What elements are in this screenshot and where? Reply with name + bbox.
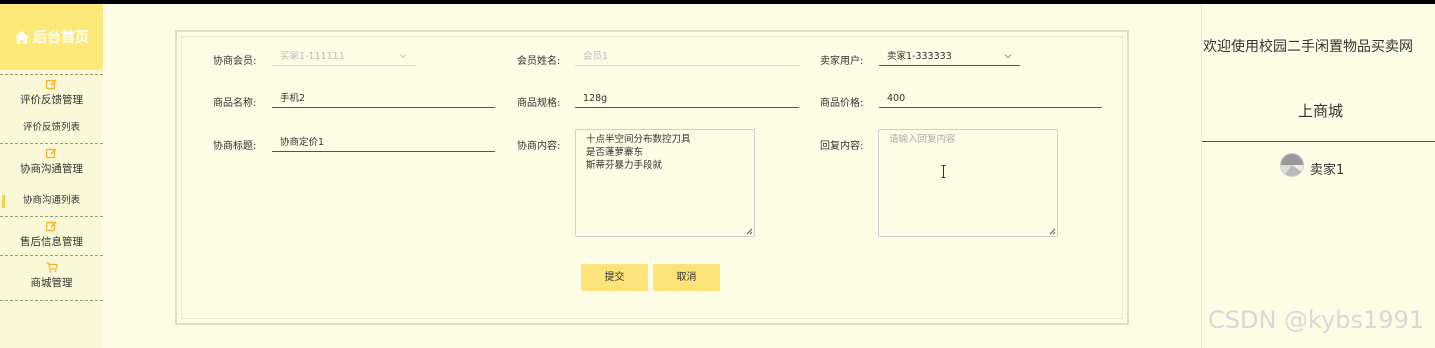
- sidebar-section-feedback[interactable]: 评价反馈管理: [0, 75, 103, 113]
- product-price-field[interactable]: 400: [879, 92, 1102, 108]
- sidebar-section-label: 商城管理: [30, 277, 73, 289]
- sidebar-home-link[interactable]: 后台首页: [0, 4, 103, 70]
- product-spec-label: 商品规格:: [517, 98, 561, 109]
- product-spec-field[interactable]: 128g: [575, 92, 799, 108]
- sidebar-section-negotiation[interactable]: 协商沟通管理: [0, 144, 103, 186]
- member-label: 协商会员:: [213, 56, 257, 67]
- seller-select-value: 卖家1-333333: [887, 51, 952, 62]
- sidebar-item-feedback-list[interactable]: 评价反馈列表: [0, 113, 103, 143]
- store-link[interactable]: 上商城: [1298, 100, 1343, 121]
- avatar-icon[interactable]: [1280, 153, 1304, 177]
- seller-select[interactable]: 卖家1-333333: [879, 50, 1020, 66]
- edit-icon: [46, 148, 57, 159]
- content-line: 十点半空间分布数控刀具: [586, 134, 691, 145]
- resize-grip-icon[interactable]: [1049, 228, 1056, 235]
- product-price-value: 400: [887, 93, 906, 104]
- sidebar-item-label: 协商沟通列表: [22, 195, 80, 206]
- product-name-value: 手机2: [280, 93, 306, 104]
- product-name-label: 商品名称:: [213, 98, 257, 109]
- reply-placeholder: 请输入回复内容: [889, 134, 956, 145]
- cart-icon: [46, 262, 58, 273]
- seller-label: 卖家用户:: [820, 56, 864, 67]
- edit-icon: [46, 221, 57, 232]
- sidebar-section-label: 评价反馈管理: [20, 94, 83, 106]
- right-user-panel: 欢迎使用校园二手闲置物品买卖网 上商城 卖家1: [1201, 4, 1435, 348]
- sidebar-divider: [0, 300, 103, 301]
- member-name-label: 会员姓名:: [517, 56, 561, 67]
- sidebar-home-label: 后台首页: [33, 30, 89, 46]
- product-spec-value: 128g: [583, 93, 608, 104]
- edit-icon: [46, 79, 57, 90]
- sidebar-section-store[interactable]: 商城管理: [0, 256, 103, 300]
- sidebar: 后台首页 评价反馈管理 评价反馈列表 协商沟通管理 协商沟通列表 售后信息管理 …: [0, 4, 103, 348]
- member-select-value: 买家1-111111: [280, 51, 345, 62]
- sidebar-item-label: 评价反馈列表: [22, 122, 80, 133]
- reply-label: 回复内容:: [820, 141, 864, 152]
- content-line: 斯蒂芬暴力手段就: [586, 160, 663, 171]
- sidebar-section-label: 协商沟通管理: [20, 163, 83, 175]
- watermark: CSDN @kybs1991: [1208, 306, 1425, 334]
- home-icon: [15, 30, 29, 44]
- welcome-text: 欢迎使用校园二手闲置物品买卖网: [1203, 39, 1413, 55]
- member-name-value: 会员1: [583, 51, 609, 62]
- reply-textarea[interactable]: 请输入回复内容: [878, 129, 1058, 237]
- content-label: 协商内容:: [517, 141, 561, 152]
- content-textarea[interactable]: 十点半空间分布数控刀具 是否蓬萝寨东 斯蒂芬暴力手段就: [575, 129, 755, 237]
- member-name-field[interactable]: 会员1: [575, 50, 799, 66]
- sidebar-section-aftersales[interactable]: 售后信息管理: [0, 217, 103, 255]
- title-field[interactable]: 协商定价1: [272, 136, 495, 152]
- username[interactable]: 卖家1: [1310, 159, 1344, 178]
- product-price-label: 商品价格:: [820, 98, 864, 109]
- title-value: 协商定价1: [280, 137, 325, 148]
- product-name-field[interactable]: 手机2: [272, 92, 495, 108]
- chevron-down-icon: [399, 54, 407, 59]
- right-panel-divider: [1202, 141, 1435, 142]
- submit-button[interactable]: 提交: [581, 264, 648, 291]
- content-line: 是否蓬萝寨东: [586, 147, 644, 158]
- cancel-button[interactable]: 取消: [653, 264, 720, 291]
- sidebar-section-label: 售后信息管理: [20, 236, 83, 248]
- text-cursor-icon: [941, 165, 946, 178]
- chevron-down-icon: [1004, 54, 1012, 59]
- resize-grip-icon[interactable]: [746, 228, 753, 235]
- member-select[interactable]: 买家1-111111: [272, 50, 415, 66]
- title-label: 协商标题:: [213, 141, 257, 152]
- sidebar-item-negotiation-list[interactable]: 协商沟通列表: [0, 186, 103, 216]
